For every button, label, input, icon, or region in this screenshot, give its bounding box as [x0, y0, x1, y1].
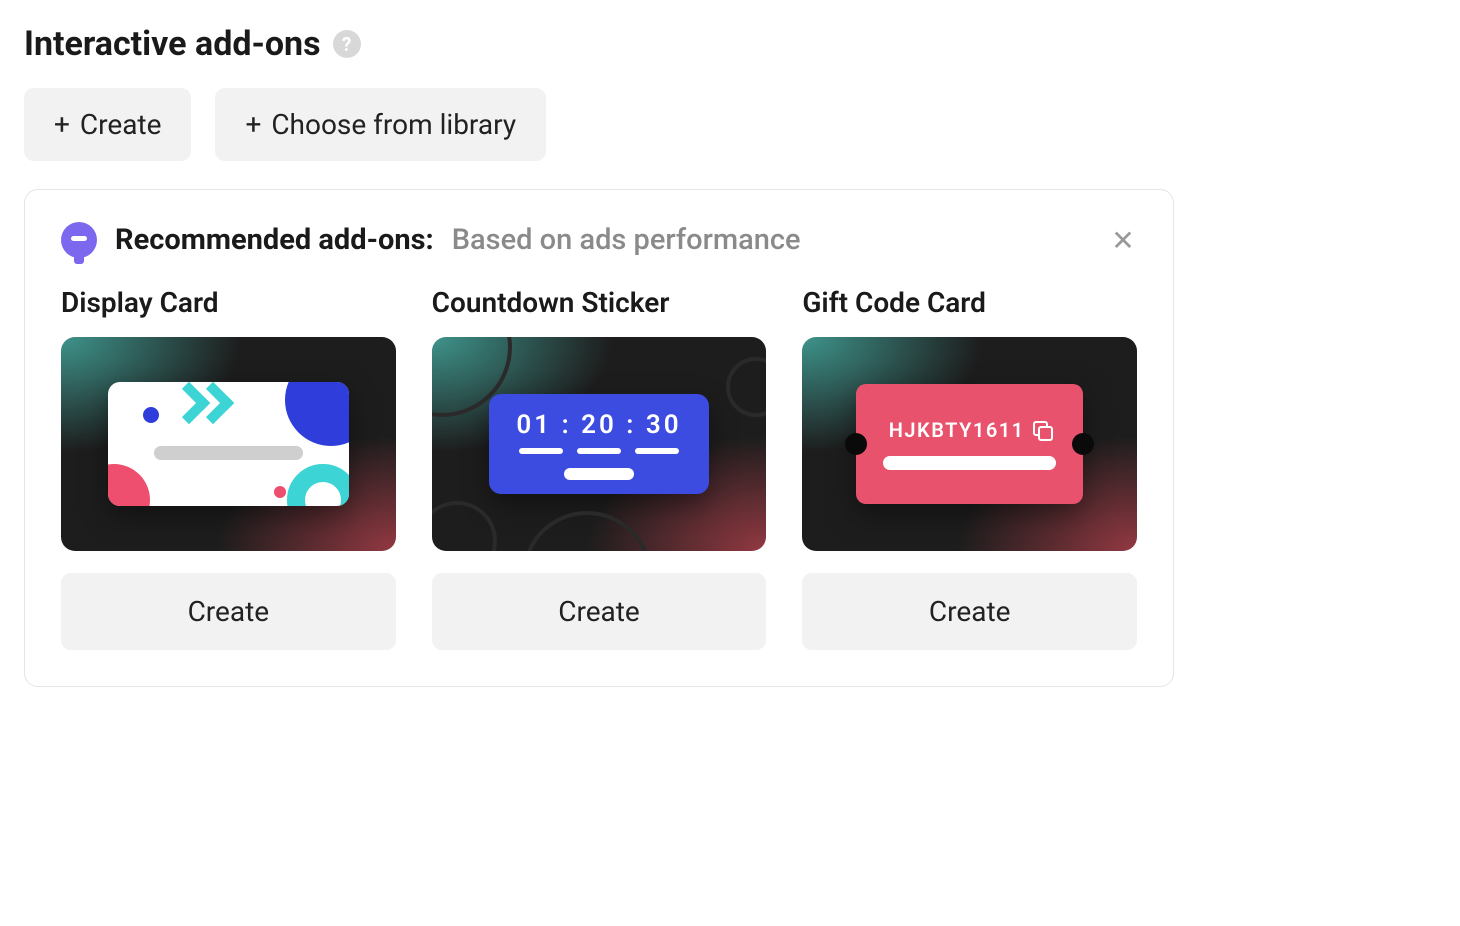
gift-code-preview: HJKBTY1611: [802, 337, 1137, 551]
countdown-graphic: 01 : 20 : 30: [489, 394, 710, 494]
create-countdown-sticker-button[interactable]: Create: [432, 573, 767, 650]
countdown-time-text: 01 : 20 : 30: [516, 410, 681, 440]
copy-icon: [1033, 421, 1051, 439]
create-button-label: Create: [80, 108, 162, 141]
addon-cards-row: Display Card Create Countdown Sticker: [61, 286, 1137, 650]
create-gift-code-card-button[interactable]: Create: [802, 573, 1137, 650]
panel-header: Recommended add-ons: Based on ads perfor…: [61, 222, 1137, 258]
section-header: Interactive add-ons ?: [24, 24, 1436, 64]
recommended-label: Recommended add-ons:: [115, 223, 434, 257]
addon-card-display-card: Display Card Create: [61, 286, 396, 650]
library-button-label: Choose from library: [271, 108, 516, 141]
plus-icon: +: [245, 108, 261, 141]
section-title: Interactive add-ons: [24, 24, 321, 64]
addon-card-title: Countdown Sticker: [432, 286, 767, 319]
display-card-graphic: [108, 382, 349, 506]
help-icon[interactable]: ?: [333, 30, 361, 58]
close-icon[interactable]: ✕: [1109, 226, 1137, 254]
countdown-sticker-preview: 01 : 20 : 30: [432, 337, 767, 551]
addon-card-title: Gift Code Card: [802, 286, 1137, 319]
addon-card-countdown-sticker: Countdown Sticker 01 : 20 : 30 Create: [432, 286, 767, 650]
create-button[interactable]: + Create: [24, 88, 191, 161]
recommended-panel: Recommended add-ons: Based on ads perfor…: [24, 189, 1174, 687]
create-display-card-button[interactable]: Create: [61, 573, 396, 650]
lightbulb-icon: [61, 222, 97, 258]
display-card-preview: [61, 337, 396, 551]
plus-icon: +: [54, 108, 70, 141]
addon-card-title: Display Card: [61, 286, 396, 319]
action-button-row: + Create + Choose from library: [24, 88, 1436, 161]
choose-from-library-button[interactable]: + Choose from library: [215, 88, 546, 161]
addon-card-gift-code: Gift Code Card HJKBTY1611 Create: [802, 286, 1137, 650]
recommended-subtext: Based on ads performance: [452, 223, 801, 257]
gift-code-text: HJKBTY1611: [889, 418, 1025, 442]
gift-code-ticket-graphic: HJKBTY1611: [856, 384, 1084, 504]
